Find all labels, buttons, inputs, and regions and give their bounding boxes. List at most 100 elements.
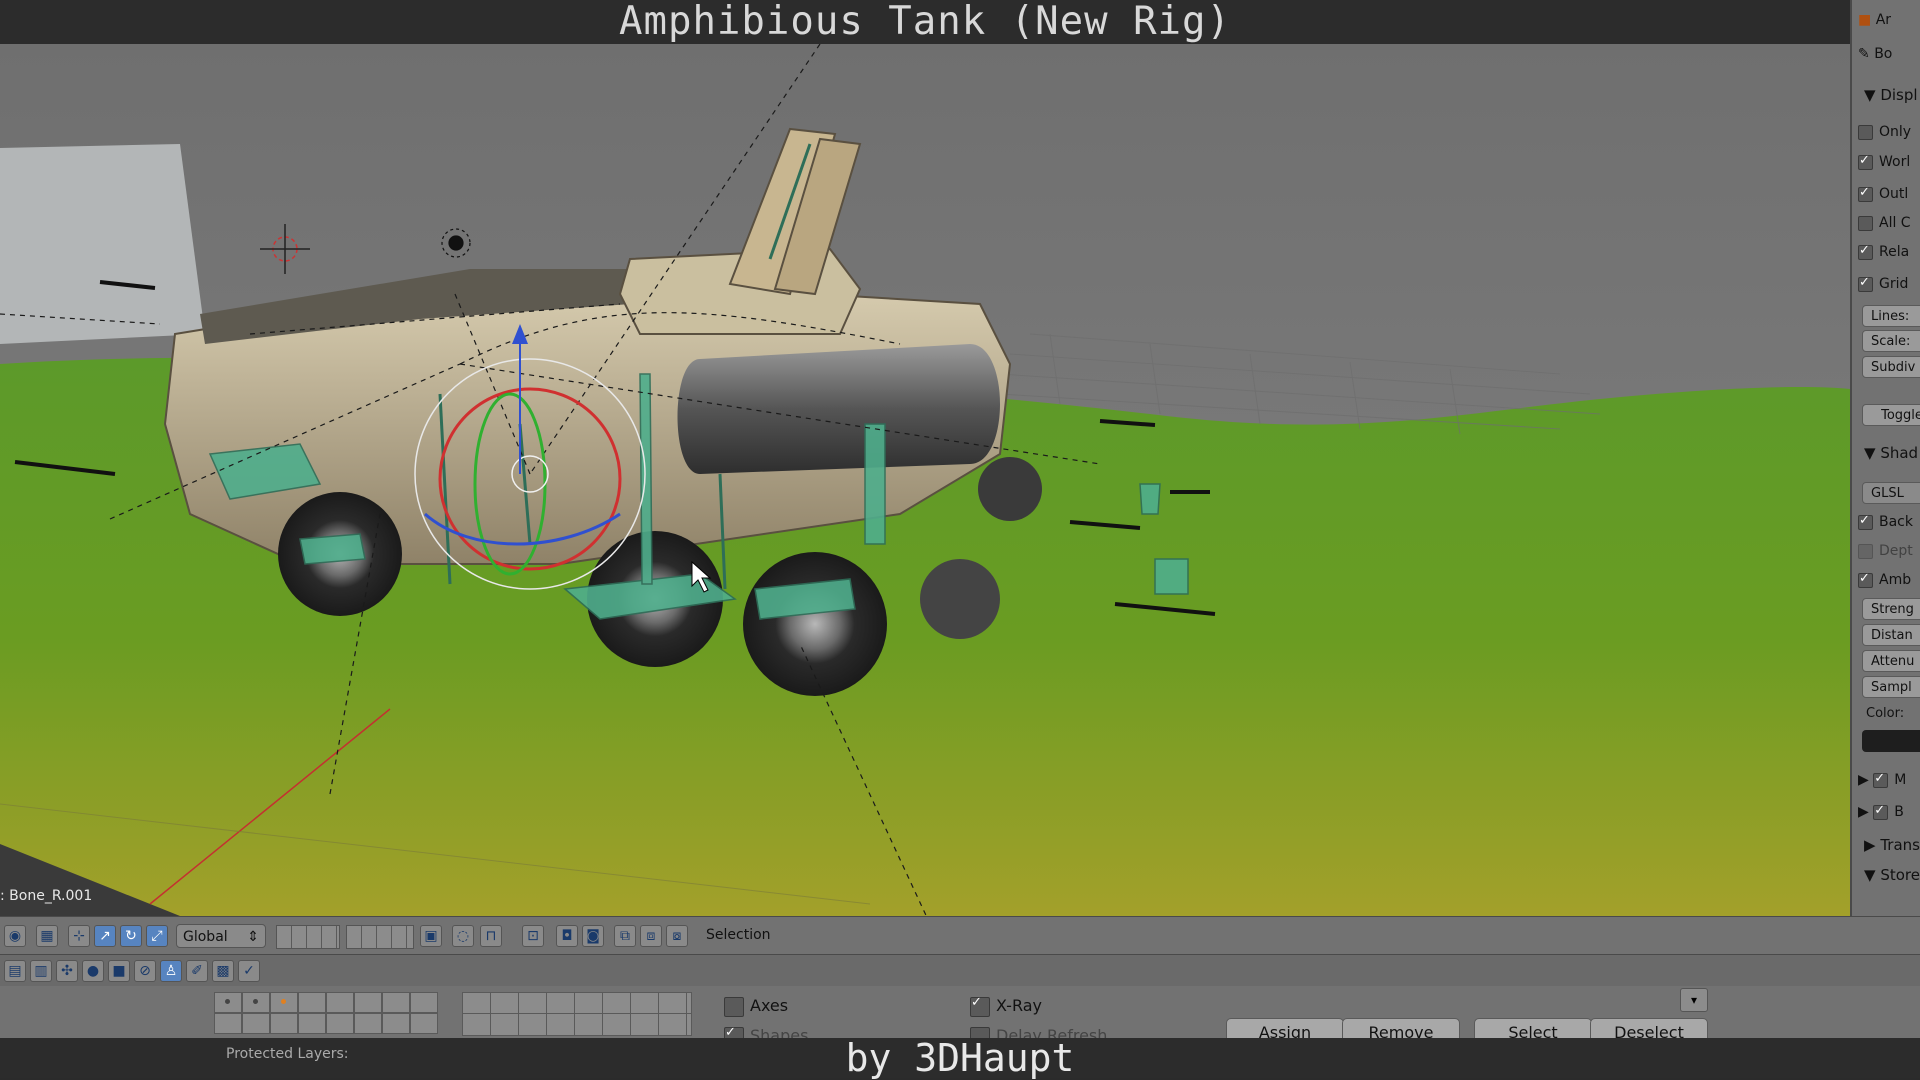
manipulator-toggle-icon[interactable]: ⊹ bbox=[68, 925, 90, 947]
bone-icon: ✎ bbox=[1858, 46, 1870, 62]
layer-toggle[interactable] bbox=[326, 1013, 354, 1034]
armature-tab[interactable]: ■ Ar bbox=[1858, 12, 1920, 34]
layer-toggle[interactable] bbox=[410, 1013, 438, 1034]
layer-toggle[interactable] bbox=[270, 1013, 298, 1034]
translate-icon[interactable]: ↗ bbox=[94, 925, 116, 947]
layer-toggle[interactable] bbox=[214, 992, 242, 1013]
lock-layer-icon[interactable]: ▣ bbox=[420, 925, 442, 947]
render-icon[interactable]: ◘ bbox=[556, 925, 578, 947]
display-check-relationship[interactable]: Rela bbox=[1858, 243, 1920, 266]
display-check-world[interactable]: Worl bbox=[1858, 153, 1920, 176]
armature-layers[interactable] bbox=[214, 992, 444, 1036]
layer-toggle[interactable] bbox=[214, 1013, 242, 1034]
display-check-grid[interactable]: Grid bbox=[1858, 275, 1920, 298]
grid-scale-field[interactable]: Scale: bbox=[1862, 330, 1920, 352]
active-bone-label: : Bone_R.001 bbox=[0, 888, 93, 904]
checkbox[interactable] bbox=[1858, 185, 1873, 202]
layer-toggle[interactable] bbox=[326, 992, 354, 1013]
checkbox[interactable] bbox=[1858, 243, 1873, 260]
toggle-button[interactable]: Toggle bbox=[1862, 404, 1920, 426]
snap-target-icon[interactable]: ⊡ bbox=[522, 925, 544, 947]
shading-check-backface[interactable]: Back bbox=[1858, 513, 1920, 536]
armature-icon: ■ bbox=[1858, 12, 1872, 28]
transform-panel-header[interactable]: ▶ Trans bbox=[1864, 836, 1920, 854]
layer-buttons[interactable] bbox=[346, 925, 414, 949]
paste-pose-icon[interactable]: ⧈ bbox=[640, 925, 662, 947]
layer-toggle[interactable] bbox=[354, 1013, 382, 1034]
grid-subdiv-field[interactable]: Subdiv bbox=[1862, 356, 1920, 378]
checkbox[interactable] bbox=[1873, 803, 1889, 820]
layer-toggle[interactable] bbox=[242, 992, 270, 1013]
snap-icon[interactable]: ▦ bbox=[36, 925, 58, 947]
checkbox[interactable] bbox=[1858, 571, 1873, 588]
object-tab-icon[interactable]: ● bbox=[82, 960, 104, 982]
rotate-icon[interactable]: ↻ bbox=[120, 925, 142, 947]
transform-orientation-select[interactable]: Global ⇕ bbox=[176, 924, 266, 948]
layer-toggle[interactable] bbox=[382, 1013, 410, 1034]
proportional-edit-icon[interactable]: ◌ bbox=[452, 925, 474, 947]
subpanel-m[interactable]: ▶ M bbox=[1858, 771, 1920, 794]
layer-toggle[interactable] bbox=[270, 992, 298, 1013]
3d-viewport[interactable] bbox=[0, 44, 1850, 916]
checkbox[interactable] bbox=[1858, 124, 1873, 140]
properties-tab-row: ▤ ▥ ✣ ● ■ ⊘ ♙ ✐ ▩ ✓ bbox=[0, 954, 1920, 987]
layer-toggle[interactable] bbox=[242, 1013, 270, 1034]
dropdown-icon[interactable]: ▾ bbox=[1680, 988, 1708, 1012]
store-panel-header[interactable]: ▼ Store bbox=[1864, 866, 1920, 884]
display-check-only[interactable]: Only bbox=[1858, 124, 1920, 146]
color-swatch[interactable] bbox=[1862, 730, 1920, 752]
video-credit: by 3DHaupt bbox=[845, 1036, 1075, 1080]
checkbox[interactable] bbox=[1873, 771, 1889, 788]
bone-tab-icon[interactable]: ✐ bbox=[186, 960, 208, 982]
shading-panel-header[interactable]: ▼ Shad bbox=[1864, 444, 1918, 462]
constraint-tab-icon[interactable]: ⊘ bbox=[134, 960, 156, 982]
skeleton-properties: Axes Shapes X-Ray Delay Refresh ▾ Assign… bbox=[0, 986, 1920, 1047]
scale-icon[interactable]: ⤢ bbox=[146, 925, 168, 947]
checkbox[interactable] bbox=[970, 995, 990, 1017]
paste-flipped-icon[interactable]: ⧇ bbox=[666, 925, 688, 947]
pivot-icon[interactable]: ◉ bbox=[4, 925, 26, 947]
checkbox[interactable] bbox=[1858, 153, 1873, 170]
ao-samples-field[interactable]: Sampl bbox=[1862, 676, 1920, 698]
physics-tab-icon[interactable]: ✓ bbox=[238, 960, 260, 982]
shading-check-depth[interactable]: Dept bbox=[1858, 543, 1920, 565]
shading-check-ambient[interactable]: Amb bbox=[1858, 571, 1920, 594]
layer-toggle[interactable] bbox=[382, 992, 410, 1013]
checkbox[interactable] bbox=[1858, 513, 1873, 530]
layer-toggle[interactable] bbox=[298, 992, 326, 1013]
ao-attenuation-field[interactable]: Attenu bbox=[1862, 650, 1920, 672]
display-check-outline[interactable]: Outl bbox=[1858, 185, 1920, 208]
checkbox[interactable] bbox=[724, 996, 744, 1017]
ao-distance-field[interactable]: Distan bbox=[1862, 624, 1920, 646]
snap-element-icon[interactable]: ⊓ bbox=[480, 925, 502, 947]
world-tab-icon[interactable]: ✣ bbox=[56, 960, 78, 982]
xray-option[interactable]: X-Ray bbox=[970, 995, 1042, 1017]
scene-tab-icon[interactable]: ▥ bbox=[30, 960, 52, 982]
checkbox[interactable] bbox=[1858, 215, 1873, 231]
display-check-all[interactable]: All C bbox=[1858, 215, 1920, 237]
grid-lines-field[interactable]: Lines: bbox=[1862, 305, 1920, 327]
bone-tab[interactable]: ✎ Bo bbox=[1858, 46, 1920, 68]
shading-mode-select[interactable]: GLSL bbox=[1862, 482, 1920, 504]
display-panel-header[interactable]: ▼ Displ bbox=[1864, 86, 1918, 104]
mesh-tab-icon[interactable]: ■ bbox=[108, 960, 130, 982]
video-title: Amphibious Tank (New Rig) bbox=[0, 0, 1850, 44]
viewport-header: ◉ ▦ ⊹ ↗ ↻ ⤢ Global ⇕ ▣ ◌ ⊓ ⊡ ◘ ◙ ⧉ ⧈ ⧇ S… bbox=[0, 916, 1920, 955]
checkbox[interactable] bbox=[1858, 543, 1873, 559]
layer-buttons[interactable] bbox=[276, 925, 340, 949]
properties-panel[interactable]: ■ Ar ✎ Bo ▼ Displ Only Worl Outl All C R… bbox=[1850, 0, 1920, 916]
armature-tab-icon[interactable]: ♙ bbox=[160, 960, 182, 982]
render-tab-icon[interactable]: ▤ bbox=[4, 960, 26, 982]
layer-toggle[interactable] bbox=[354, 992, 382, 1013]
axes-option[interactable]: Axes bbox=[724, 996, 788, 1017]
layer-toggle[interactable] bbox=[410, 992, 438, 1013]
armature-layers[interactable] bbox=[462, 992, 692, 1036]
layer-toggle[interactable] bbox=[298, 1013, 326, 1034]
ao-strength-field[interactable]: Streng bbox=[1862, 598, 1920, 620]
checkbox[interactable] bbox=[1858, 275, 1873, 292]
wall-plane bbox=[0, 144, 205, 344]
copy-pose-icon[interactable]: ⧉ bbox=[614, 925, 636, 947]
subpanel-b[interactable]: ▶ B bbox=[1858, 803, 1920, 826]
texture-tab-icon[interactable]: ▩ bbox=[212, 960, 234, 982]
render-anim-icon[interactable]: ◙ bbox=[582, 925, 604, 947]
